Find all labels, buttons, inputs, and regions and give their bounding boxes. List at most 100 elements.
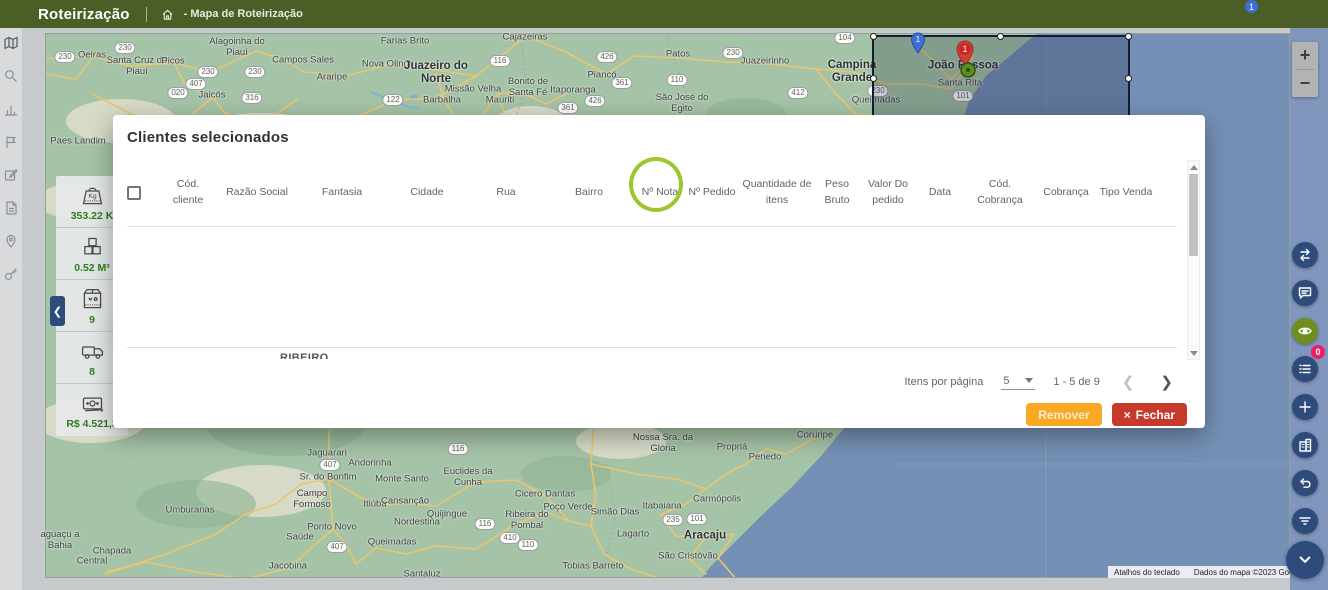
column-header-11: Valor Do pedido bbox=[861, 177, 915, 209]
chat-icon bbox=[1297, 285, 1313, 301]
scroll-down-arrow[interactable] bbox=[1188, 347, 1199, 359]
road-number-badge: 407 bbox=[319, 459, 340, 471]
road-number-badge: 122 bbox=[382, 94, 403, 106]
sidebar-item-key[interactable] bbox=[4, 267, 18, 281]
scroll-up-arrow[interactable] bbox=[1188, 161, 1199, 173]
sidebar-item-chart[interactable] bbox=[4, 102, 18, 116]
selection-handle[interactable] bbox=[1125, 75, 1132, 82]
eye-button[interactable] bbox=[1292, 318, 1318, 344]
map-place-label: Jacobina bbox=[269, 562, 307, 573]
toolbar-collapse-button[interactable] bbox=[1286, 541, 1324, 579]
blue-map-pin[interactable]: 1 bbox=[910, 32, 926, 59]
road-number-badge: 020 bbox=[167, 87, 188, 99]
close-button[interactable]: ×Fechar bbox=[1112, 403, 1187, 426]
map-place-label: aguaçu a Bahia bbox=[37, 530, 83, 552]
road-number-badge: 116 bbox=[490, 55, 511, 67]
column-header-9: Quantidade de itens bbox=[741, 177, 813, 209]
page-size-select[interactable]: 5 bbox=[1001, 375, 1035, 390]
undo-button[interactable] bbox=[1292, 470, 1318, 496]
road-number-badge: 110 bbox=[667, 74, 688, 86]
sidebar-item-document[interactable] bbox=[4, 201, 18, 215]
road-number-badge: 407 bbox=[326, 541, 347, 553]
selection-handle[interactable] bbox=[1125, 33, 1132, 40]
chat-button[interactable] bbox=[1292, 280, 1318, 306]
pin-icon bbox=[4, 234, 18, 248]
map-place-label: Coruripe bbox=[797, 431, 833, 442]
route-swap-button[interactable] bbox=[1292, 242, 1318, 268]
map-place-label: Umburanas bbox=[165, 506, 214, 517]
map-place-label: Aracaju bbox=[684, 529, 726, 542]
home-icon[interactable] bbox=[161, 8, 174, 21]
route-swap-icon bbox=[1297, 247, 1313, 263]
map-place-label: Picos bbox=[161, 57, 184, 68]
scrollbar-thumb[interactable] bbox=[1189, 174, 1198, 256]
map-place-label: Cicero Dantas bbox=[515, 490, 575, 501]
previous-page-button[interactable]: ❮ bbox=[1118, 375, 1139, 390]
map-place-label: Juazeirinho bbox=[741, 57, 790, 68]
select-all-checkbox[interactable] bbox=[127, 186, 141, 200]
road-number-badge: 116 bbox=[448, 443, 469, 455]
zoom-out-button[interactable]: − bbox=[1292, 70, 1318, 97]
filter-button[interactable] bbox=[1292, 508, 1318, 534]
left-icon-rail bbox=[0, 28, 22, 590]
flag-icon bbox=[4, 135, 18, 149]
table-scrollbar[interactable] bbox=[1187, 160, 1200, 360]
list-button[interactable] bbox=[1292, 356, 1318, 382]
bottom-strip bbox=[0, 578, 1290, 590]
attrib-shortcuts[interactable]: Atalhos do teclado bbox=[1114, 568, 1180, 577]
map-place-label: Cajazeiras bbox=[503, 33, 548, 44]
sidebar-item-map[interactable] bbox=[4, 36, 18, 50]
next-page-button[interactable]: ❯ bbox=[1156, 375, 1177, 390]
building-button[interactable] bbox=[1292, 432, 1318, 458]
map-place-label: Cansanção bbox=[381, 497, 429, 508]
truck-icon bbox=[79, 338, 106, 365]
map-place-label: São Cristóvão bbox=[658, 552, 718, 563]
map-place-label: Euclides da Cunha bbox=[439, 467, 497, 489]
map-place-label: Campo Formoso bbox=[284, 489, 340, 511]
map-place-label: São José do Egito bbox=[652, 93, 712, 115]
sidebar-item-edit[interactable] bbox=[4, 168, 18, 182]
map-place-label: Tobias Barreto bbox=[562, 562, 623, 573]
column-header-1: Cód. cliente bbox=[163, 177, 213, 209]
column-header-3: Fantasia bbox=[301, 185, 383, 201]
plus-button[interactable] bbox=[1292, 394, 1318, 420]
sidebar-item-pin[interactable] bbox=[4, 234, 18, 248]
modal-action-buttons: Remover ×Fechar bbox=[1026, 403, 1187, 426]
road-number-badge: 230 bbox=[197, 66, 218, 78]
map-icon bbox=[4, 36, 18, 50]
selection-handle[interactable] bbox=[997, 33, 1004, 40]
selection-handle[interactable] bbox=[870, 33, 877, 40]
breadcrumb: - Mapa de Roteirização bbox=[184, 8, 303, 20]
map-place-label: Patos bbox=[666, 50, 690, 61]
clipped-row-text: RIBEIRO bbox=[280, 352, 360, 359]
map-place-label: Nossa Sra. da Glória bbox=[631, 433, 695, 455]
list-icon bbox=[1297, 361, 1313, 377]
page-range-label: 1 - 5 de 9 bbox=[1053, 376, 1099, 388]
key-icon bbox=[4, 267, 18, 281]
page-size-value: 5 bbox=[1003, 375, 1009, 387]
map-place-label: Alagoinha do Piauí bbox=[207, 37, 267, 59]
remove-button[interactable]: Remover bbox=[1026, 403, 1101, 426]
green-circle-marker[interactable] bbox=[960, 62, 976, 83]
chart-icon bbox=[4, 102, 18, 116]
map-place-label: Carmópolis bbox=[693, 495, 741, 506]
column-header-14: Cobrança bbox=[1035, 185, 1097, 201]
document-icon bbox=[4, 201, 18, 215]
list-count-badge: 0 bbox=[1311, 345, 1325, 359]
column-header-10: Peso Bruto bbox=[813, 177, 861, 209]
zoom-in-button[interactable]: + bbox=[1292, 42, 1318, 69]
map-place-label: Jaguarari bbox=[307, 449, 347, 460]
road-number-badge: 104 bbox=[834, 32, 855, 44]
plus-icon bbox=[1297, 399, 1313, 415]
stats-collapse-button[interactable]: ❮ bbox=[50, 296, 65, 326]
stat-value: 0.52 M³ bbox=[74, 262, 110, 274]
road-number-badge: 235 bbox=[662, 514, 683, 526]
selection-handle[interactable] bbox=[870, 75, 877, 82]
road-number-badge: 412 bbox=[787, 87, 808, 99]
sidebar-item-flag[interactable] bbox=[4, 135, 18, 149]
column-header-5: Rua bbox=[471, 185, 541, 201]
sidebar-item-search[interactable] bbox=[4, 69, 18, 83]
map-place-label: Queimadas bbox=[368, 538, 417, 549]
road-number-badge: 230 bbox=[114, 42, 135, 54]
road-number-badge: 230 bbox=[54, 51, 75, 63]
